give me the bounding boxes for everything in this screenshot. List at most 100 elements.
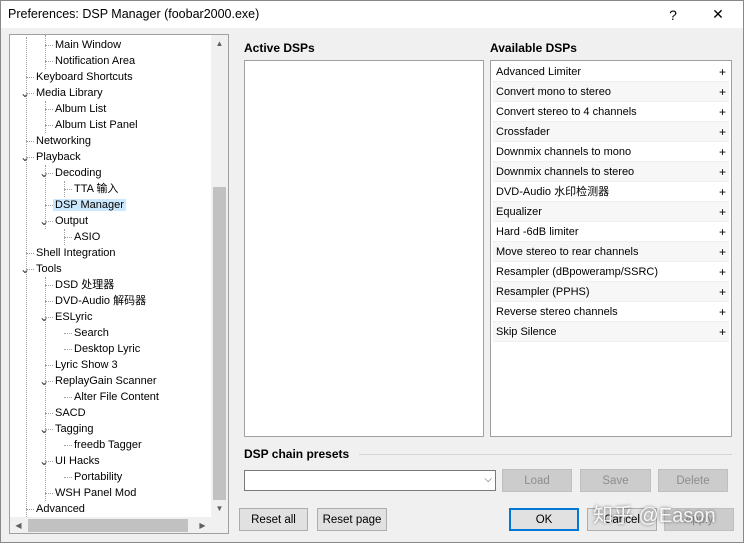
available-dsp-item[interactable]: Convert mono to stereo + <box>493 82 729 102</box>
help-button[interactable]: ? <box>653 3 693 26</box>
add-icon[interactable]: + <box>719 222 726 242</box>
available-dsp-item[interactable]: Move stereo to rear channels + <box>493 242 729 262</box>
chevron-down-icon[interactable]: ⌵ <box>484 474 492 485</box>
tree-item[interactable]: Playback <box>34 149 83 165</box>
tree-item[interactable]: ReplayGain Scanner <box>53 373 159 389</box>
active-dsps-list[interactable] <box>244 60 484 437</box>
available-dsp-item[interactable]: Downmix channels to stereo + <box>493 162 729 182</box>
load-button[interactable]: Load <box>502 469 572 492</box>
add-icon[interactable]: + <box>719 102 726 122</box>
available-dsp-item[interactable]: Skip Silence + <box>493 322 729 342</box>
available-dsp-item[interactable]: Advanced Limiter + <box>493 62 729 82</box>
tree-item[interactable]: Album List Panel <box>53 117 140 133</box>
add-icon[interactable]: + <box>719 82 726 102</box>
available-dsp-item[interactable]: Resampler (dBpoweramp/SSRC) + <box>493 262 729 282</box>
tree-item-label: Tagging <box>55 423 94 435</box>
tree-vertical-scrollbar[interactable]: ▲ ▼ <box>211 35 228 517</box>
tree-item[interactable]: DSP Manager <box>53 197 126 213</box>
add-icon[interactable]: + <box>719 62 726 82</box>
tree-item[interactable]: TTA 输入 <box>72 181 120 197</box>
tree-item[interactable]: Album List <box>53 101 108 117</box>
tree-item[interactable]: Shell Integration <box>34 245 118 261</box>
tree-item[interactable]: SACD <box>53 405 88 421</box>
add-icon[interactable]: + <box>719 282 726 302</box>
tree-item[interactable]: Advanced <box>34 501 87 517</box>
add-icon[interactable]: + <box>719 182 726 202</box>
available-dsp-item[interactable]: Hard -6dB limiter + <box>493 222 729 242</box>
add-icon[interactable]: + <box>719 242 726 262</box>
tree-item[interactable]: Alter File Content <box>72 389 161 405</box>
available-dsp-item[interactable]: DVD-Audio 水印检测器 + <box>493 182 729 202</box>
add-icon[interactable]: + <box>719 162 726 182</box>
tree-item[interactable]: Search <box>72 325 111 341</box>
tree-item[interactable]: WSH Panel Mod <box>53 485 138 501</box>
scroll-right-icon[interactable]: ▶ <box>194 517 211 533</box>
tree-horizontal-scroll-thumb[interactable] <box>28 519 188 532</box>
add-icon[interactable]: + <box>719 262 726 282</box>
tree-item[interactable]: DSD 处理器 <box>53 277 116 293</box>
tree-item[interactable]: Portability <box>72 469 124 485</box>
available-dsp-item[interactable]: Crossfader + <box>493 122 729 142</box>
tree-item[interactable]: UI Hacks <box>53 453 102 469</box>
tree-item[interactable]: Media Library <box>34 85 105 101</box>
available-dsp-item[interactable]: Equalizer + <box>493 202 729 222</box>
tree-item[interactable]: Keyboard Shortcuts <box>34 69 135 85</box>
add-icon[interactable]: + <box>719 122 726 142</box>
tree-item-label: Desktop Lyric <box>74 343 141 355</box>
tree-item-label: Search <box>74 327 109 339</box>
close-button[interactable]: ✕ <box>698 3 738 26</box>
tree-item[interactable]: Desktop Lyric <box>72 341 142 357</box>
tree-item-label: Playback <box>36 151 81 163</box>
reset-page-button[interactable]: Reset page <box>317 508 387 531</box>
tree-item[interactable]: ASIO <box>72 229 102 245</box>
available-dsp-item[interactable]: Convert stereo to 4 channels + <box>493 102 729 122</box>
tree-guide-line <box>45 35 46 69</box>
available-dsps-list[interactable]: Advanced Limiter + Convert mono to stereo +… <box>490 60 732 437</box>
dsp-chain-presets-heading: DSP chain presets <box>244 447 350 461</box>
chevron-down-icon[interactable]: ⌄ <box>39 309 49 325</box>
preferences-tree[interactable]: Main Window Notification Area Keyboard Sho… <box>9 34 229 534</box>
available-dsp-item[interactable]: Downmix channels to mono + <box>493 142 729 162</box>
chevron-down-icon[interactable]: ⌄ <box>39 213 49 229</box>
add-icon[interactable]: + <box>719 322 726 342</box>
tree-item[interactable]: Output <box>53 213 90 229</box>
tree-item[interactable]: Tools <box>34 261 64 277</box>
add-icon[interactable]: + <box>719 142 726 162</box>
scroll-up-icon[interactable]: ▲ <box>211 35 228 52</box>
tree-item[interactable]: Networking <box>34 133 93 149</box>
chevron-down-icon[interactable]: ⌄ <box>20 85 30 101</box>
chevron-down-icon[interactable]: ⌄ <box>20 261 30 277</box>
tree-item[interactable]: ESLyric <box>53 309 95 325</box>
tree-horizontal-scrollbar[interactable]: ◀ ▶ <box>10 517 211 533</box>
chevron-down-icon[interactable]: ⌄ <box>20 149 30 165</box>
tree-item[interactable]: Tagging <box>53 421 96 437</box>
tree-item[interactable]: DVD-Audio 解码器 <box>53 293 148 309</box>
available-dsp-item[interactable]: Resampler (PPHS) + <box>493 282 729 302</box>
tree-item[interactable]: Notification Area <box>53 53 137 69</box>
tree-item-label: Output <box>55 215 89 227</box>
available-dsp-label: Reverse stereo channels <box>496 306 618 318</box>
add-icon[interactable]: + <box>719 302 726 322</box>
available-dsp-item[interactable]: Reverse stereo channels + <box>493 302 729 322</box>
tree-item[interactable]: freedb Tagger <box>72 437 144 453</box>
preferences-window: Preferences: DSP Manager (foobar2000.exe… <box>0 0 744 543</box>
tree-vertical-scroll-thumb[interactable] <box>213 187 226 500</box>
chevron-down-icon[interactable]: ⌄ <box>39 373 49 389</box>
tree-item[interactable]: Decoding <box>53 165 103 181</box>
reset-all-button[interactable]: Reset all <box>239 508 308 531</box>
chevron-down-icon[interactable]: ⌄ <box>39 421 49 437</box>
delete-button[interactable]: Delete <box>658 469 728 492</box>
tree-item-label: WSH Panel Mod <box>55 487 137 499</box>
scroll-down-icon[interactable]: ▼ <box>211 500 228 517</box>
dsp-presets-combo[interactable]: ⌵ <box>244 470 496 491</box>
tree-item[interactable]: Main Window <box>53 37 123 53</box>
chevron-down-icon[interactable]: ⌄ <box>39 165 49 181</box>
chevron-down-icon[interactable]: ⌄ <box>39 453 49 469</box>
add-icon[interactable]: + <box>719 202 726 222</box>
save-button[interactable]: Save <box>580 469 651 492</box>
scroll-left-icon[interactable]: ◀ <box>10 517 27 533</box>
tree-item-label: ESLyric <box>55 311 93 323</box>
tree-item[interactable]: Lyric Show 3 <box>53 357 120 373</box>
ok-button[interactable]: OK <box>509 508 579 531</box>
available-dsp-label: Equalizer <box>496 206 542 218</box>
